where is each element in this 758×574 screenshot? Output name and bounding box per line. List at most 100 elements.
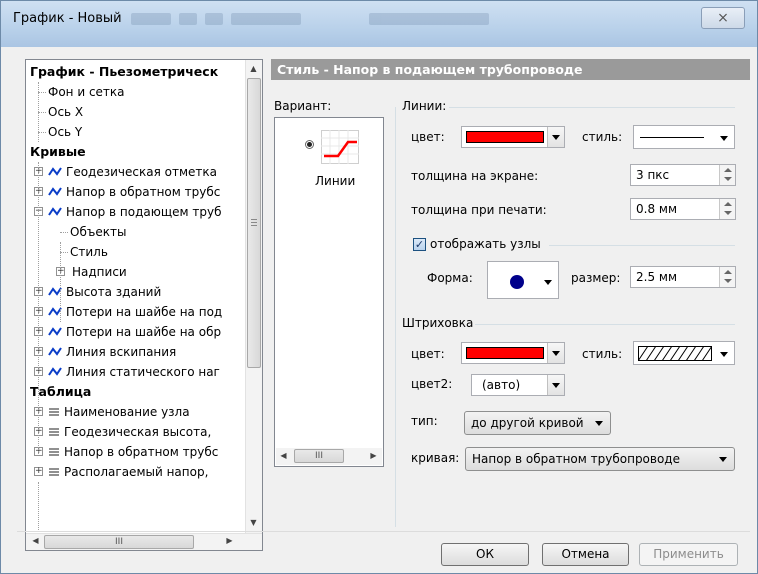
tree-rows: График - Пьезометрическ Фон и сетка Ось X О… <box>26 60 246 534</box>
tree-item-label: Ось X <box>48 105 84 119</box>
scroll-down-arrow-icon[interactable]: ▼ <box>246 518 261 527</box>
type-combo[interactable]: до другой кривой <box>464 411 611 435</box>
table-column-icon <box>49 428 59 436</box>
cancel-button[interactable]: Отмена <box>542 543 629 566</box>
table-column-icon <box>49 448 59 456</box>
tree-item[interactable]: + Располагаемый напор, <box>26 462 246 482</box>
tree-item[interactable]: + Надписи <box>26 262 246 282</box>
tree-item[interactable]: + Геодезическая отметка <box>26 162 246 182</box>
tree-vertical-scrollbar[interactable]: ▲ ▼ <box>245 60 262 534</box>
curve-wave-icon <box>48 207 62 216</box>
tree-item[interactable]: + Напор в обратном трубс <box>26 442 246 462</box>
spin-down-icon[interactable] <box>724 279 732 283</box>
print-thickness-spin-buttons[interactable] <box>719 199 735 219</box>
screen-thickness-spinner[interactable]: 3 пкс <box>630 164 736 186</box>
spin-down-icon[interactable] <box>724 211 732 215</box>
line-color-dropdown-button[interactable] <box>547 127 564 147</box>
tree-vertical-scroll-thumb[interactable] <box>247 78 261 368</box>
tree-item[interactable]: + Линия вскипания <box>26 342 246 362</box>
line-color-swatch <box>466 131 544 143</box>
lines-group-divider <box>449 107 735 108</box>
color2-combo[interactable]: (авто) <box>471 374 565 396</box>
chevron-down-icon <box>720 352 728 357</box>
ok-button[interactable]: ОК <box>441 543 529 566</box>
tree-item[interactable]: + Геодезическая высота, <box>26 422 246 442</box>
node-size-spinner[interactable]: 2.5 мм <box>630 266 736 288</box>
tree-item-label: Геодезическая отметка <box>66 165 217 179</box>
tree-item[interactable]: Объекты <box>26 222 246 242</box>
tree-connector <box>38 132 46 133</box>
variant-scroll-right-icon[interactable]: ▶ <box>366 451 381 460</box>
diagonal-hatch-icon <box>638 346 712 361</box>
tree-item[interactable]: Стиль <box>26 242 246 262</box>
apply-button[interactable]: Применить <box>639 543 738 566</box>
print-thickness-spinner[interactable]: 0.8 мм <box>630 198 736 220</box>
curve-combo[interactable]: Напор в обратном трубопроводе <box>465 447 735 471</box>
color2-dropdown-button[interactable] <box>547 375 564 395</box>
variant-scroll-left-icon[interactable]: ◀ <box>276 451 291 460</box>
tree-item[interactable]: + Напор в обратном трубс <box>26 182 246 202</box>
tree-item-label: Ось Y <box>48 125 83 139</box>
tree-item[interactable]: − Напор в подающем труб <box>26 202 246 222</box>
tree-item-label: Напор в обратном трубс <box>64 445 219 459</box>
hatch-color-dropdown-button[interactable] <box>547 343 564 363</box>
tree-item[interactable]: + Наименование узла <box>26 402 246 422</box>
tree-horizontal-scrollbar[interactable]: ◀ III ▶ <box>26 533 262 550</box>
hatch-style-combo[interactable] <box>633 341 735 365</box>
tree-item[interactable]: График - Пьезометрическ <box>26 62 246 82</box>
close-button[interactable]: ⨯ <box>701 7 745 29</box>
hatch-group-label: Штриховка <box>402 316 474 330</box>
variant-horizontal-scrollbar[interactable]: ◀ III ▶ <box>276 448 382 465</box>
node-shape-combo[interactable] <box>487 261 559 299</box>
expand-icon[interactable]: + <box>34 467 43 476</box>
print-thickness-label: толщина при печати: <box>411 203 547 217</box>
show-nodes-checkbox[interactable]: ✓ <box>413 238 426 251</box>
tree-horizontal-scroll-thumb[interactable]: III <box>44 535 194 549</box>
panel-header: Стиль - Напор в подающем трубопроводе <box>271 59 750 80</box>
tree-item-label: Стиль <box>70 245 108 259</box>
tree-connector <box>38 82 39 142</box>
scroll-right-arrow-icon[interactable]: ▶ <box>222 536 237 545</box>
dialog-window: График - Новый ⨯ График - Пьезометрическ… <box>0 0 758 574</box>
spin-up-icon[interactable] <box>724 270 732 274</box>
scroll-left-arrow-icon[interactable]: ◀ <box>28 536 43 545</box>
settings-tree[interactable]: График - Пьезометрическ Фон и сетка Ось X О… <box>25 59 263 551</box>
tree-item[interactable]: Фон и сетка <box>26 82 246 102</box>
line-color-combo[interactable] <box>461 126 565 148</box>
variant-label: Вариант: <box>274 99 332 113</box>
curve-wave-icon <box>48 167 62 176</box>
chevron-down-icon <box>544 280 552 285</box>
variant-item-lines[interactable]: Линии <box>283 126 373 196</box>
type-label: тип: <box>411 414 438 428</box>
button-bar-separator <box>17 531 750 532</box>
tree-item[interactable]: Таблица <box>26 382 246 402</box>
tree-item[interactable]: + Высота зданий <box>26 282 246 302</box>
line-style-combo[interactable] <box>633 125 735 149</box>
tree-item-label: Кривые <box>30 144 86 159</box>
spin-up-icon[interactable] <box>724 202 732 206</box>
variant-scroll-thumb[interactable]: III <box>294 449 344 463</box>
tree-item[interactable]: + Потери на шайбе на обр <box>26 322 246 342</box>
tree-item-label: Линия вскипания <box>66 345 177 359</box>
screen-thickness-spin-buttons[interactable] <box>719 165 735 185</box>
radio-selected-icon[interactable] <box>305 140 314 149</box>
node-size-spin-buttons[interactable] <box>719 267 735 287</box>
tree-item[interactable]: Ось Y <box>26 122 246 142</box>
tree-connector <box>38 162 39 454</box>
spin-down-icon[interactable] <box>724 177 732 181</box>
scroll-up-arrow-icon[interactable]: ▲ <box>246 64 261 73</box>
hatch-color-combo[interactable] <box>461 342 565 364</box>
chevron-down-icon <box>552 135 560 140</box>
title-bar[interactable]: График - Новый ⨯ <box>1 1 757 47</box>
close-icon: ⨯ <box>717 10 729 26</box>
curve-label: кривая: <box>411 451 460 465</box>
tree-item[interactable]: + Линия статического наг <box>26 362 246 382</box>
tree-item[interactable]: + Потери на шайбе на под <box>26 302 246 322</box>
tree-item[interactable]: Ось X <box>26 102 246 122</box>
variant-list[interactable]: Линии ◀ III ▶ <box>274 117 384 467</box>
tree-connector <box>38 92 46 93</box>
tree-item[interactable]: Кривые <box>26 142 246 162</box>
tree-item-label: Высота зданий <box>66 285 162 299</box>
spin-up-icon[interactable] <box>724 168 732 172</box>
color2-label: цвет2: <box>411 377 453 391</box>
